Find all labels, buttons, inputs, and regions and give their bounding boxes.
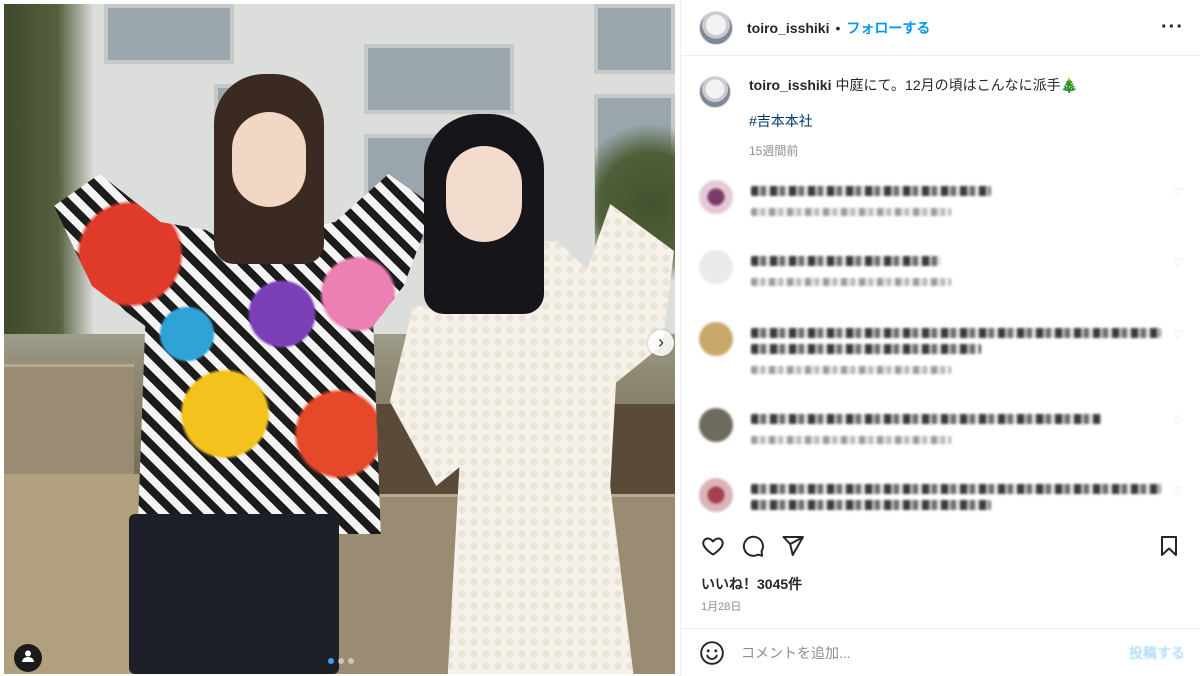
comment-icon [742,535,764,557]
heart-icon[interactable]: ♡ [1173,484,1183,497]
heart-icon [702,537,724,556]
caption-username[interactable]: toiro_isshiki [749,77,831,93]
comment-item: ♡ [681,408,1200,444]
avatar[interactable] [699,408,733,442]
more-icon[interactable]: ··· [1161,16,1184,39]
blurred-comment-text [751,500,991,510]
comment-button[interactable] [739,532,767,560]
blurred-comment-text [751,256,941,266]
caption-timestamp: 15週間前 [749,144,799,158]
heart-icon[interactable]: ♡ [1173,414,1183,427]
post-comment-button[interactable]: 投稿する [1129,643,1185,663]
blurred-comment-text [751,414,1101,424]
avatar[interactable] [699,10,733,45]
share-button[interactable] [779,532,807,560]
blurred-comment-text [751,186,991,196]
comment-item: ♡ [681,180,1200,216]
share-icon [782,536,804,556]
post-caption: toiro_isshiki 中庭にて。12月の頃はこんなに派手🎄 #吉本本社 15… [681,60,1200,160]
pants [129,514,339,674]
comment-item: ♡ [681,322,1200,374]
blurred-comment-meta [751,278,951,286]
follow-button[interactable]: フォローする [846,18,930,38]
chevron-right-icon: › [658,332,664,352]
avatar[interactable] [699,478,733,512]
blurred-comment-text [751,344,981,354]
avatar[interactable] [699,322,733,356]
action-bar [681,528,1200,564]
comment-composer: 投稿する [681,628,1200,676]
post-date: 1月28日 [701,601,742,613]
blurred-comment-text [751,484,1161,494]
like-count[interactable]: いいね！3045件 [701,574,802,594]
save-button[interactable] [1155,532,1183,560]
bookmark-icon [1161,536,1177,556]
heart-icon[interactable]: ♡ [1173,256,1183,269]
face [232,112,306,207]
emoji-icon[interactable] [699,640,725,666]
caption-text: 中庭にて。12月の頃はこんなに派手🎄 [835,77,1079,93]
comment-item: ♡ [681,250,1200,286]
heart-icon[interactable]: ♡ [1173,186,1183,199]
separator-dot: • [835,19,841,36]
author-username[interactable]: toiro_isshiki [747,20,829,36]
carousel-next-button[interactable]: › [648,330,674,356]
heart-icon[interactable]: ♡ [1173,328,1183,341]
avatar[interactable] [699,250,733,284]
post-header: toiro_isshiki • フォローする ··· [681,0,1200,56]
hashtag-link[interactable]: #吉本本社 [749,112,1078,130]
person-right [384,104,674,674]
avatar[interactable] [699,76,731,108]
comments-list[interactable]: toiro_isshiki 中庭にて。12月の頃はこんなに派手🎄 #吉本本社 15… [681,60,1200,522]
blurred-comment-meta [751,436,951,444]
comment-item: ♡ [681,478,1200,512]
blurred-comment-text [751,328,1161,338]
blurred-comment-meta [751,208,951,216]
face [446,146,522,242]
carousel-dot [338,658,344,664]
user-tag-icon [22,650,34,662]
avatar[interactable] [699,180,733,214]
tagged-users-button[interactable] [14,644,42,672]
post-photo[interactable]: › [4,4,675,674]
carousel-dot [328,658,334,664]
comment-input[interactable] [741,644,1129,661]
blurred-comment-meta [751,366,951,374]
like-button[interactable] [699,532,727,560]
carousel-indicator [328,658,354,664]
carousel-dot [348,658,354,664]
post-side-panel: toiro_isshiki • フォローする ··· toiro_isshiki… [680,0,1200,676]
